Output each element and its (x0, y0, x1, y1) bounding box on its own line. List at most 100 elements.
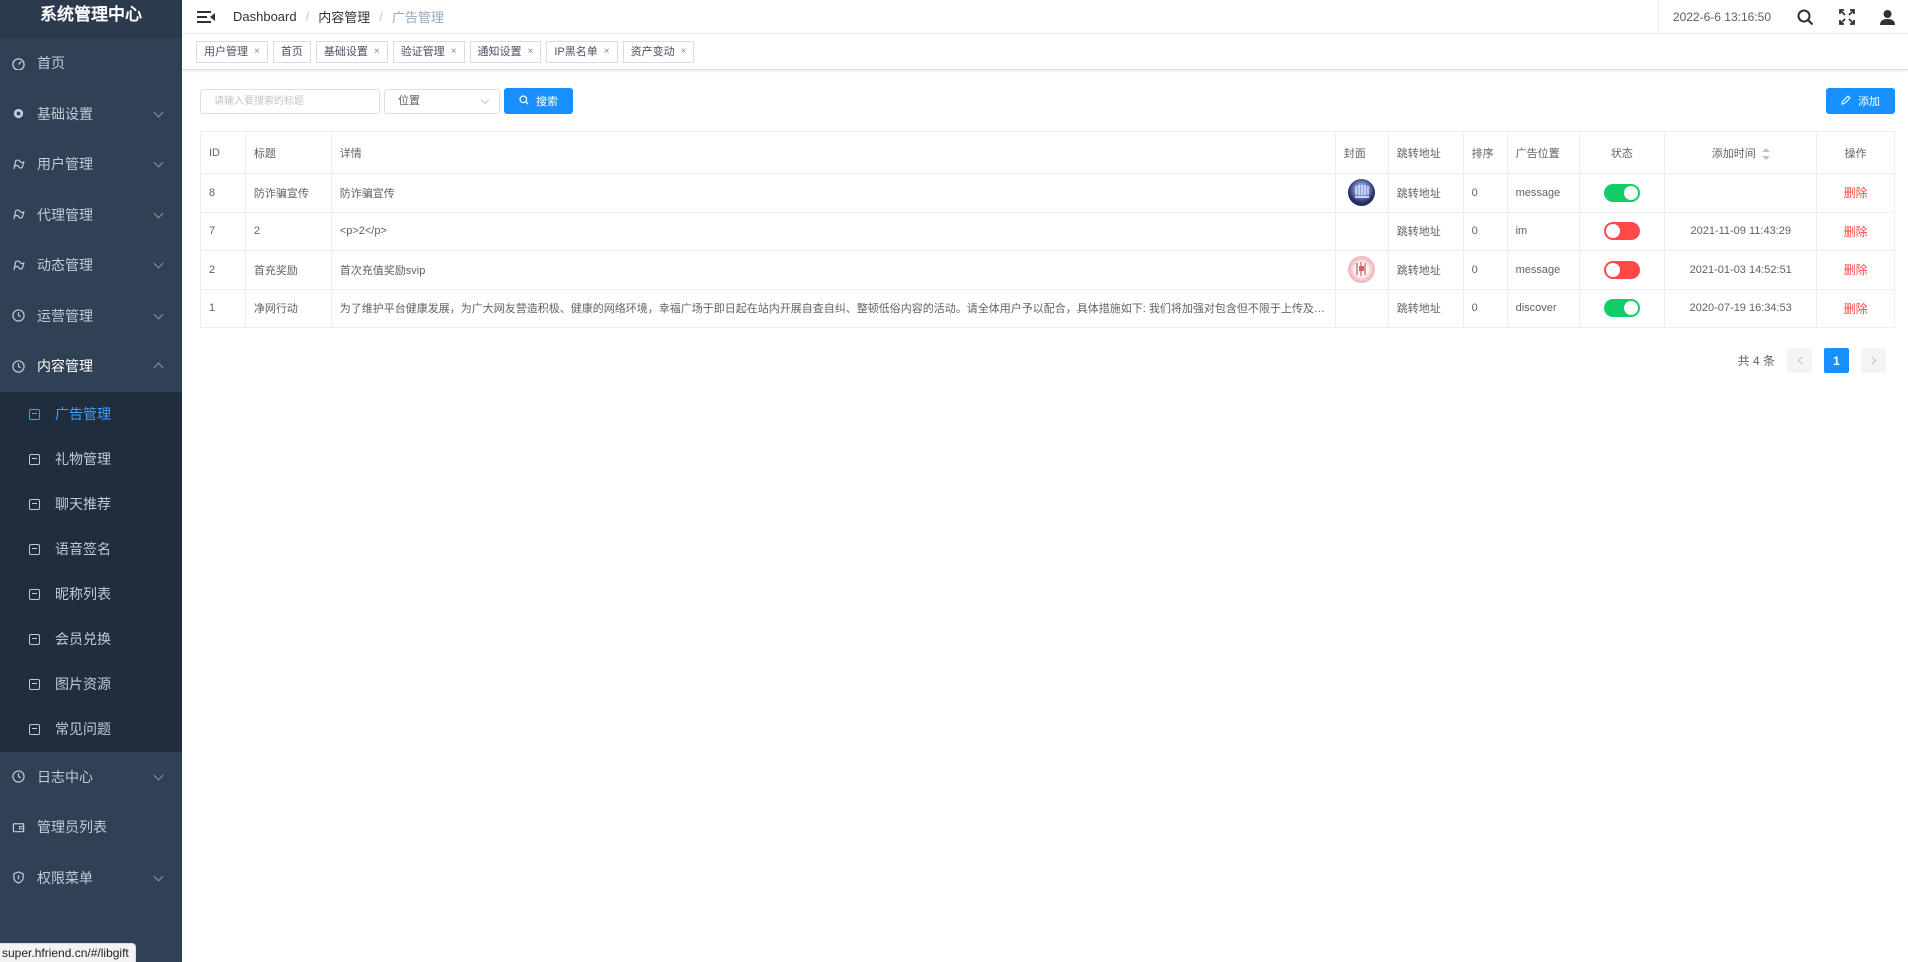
sort-icon[interactable] (1761, 147, 1770, 160)
close-icon[interactable]: × (374, 42, 380, 62)
tag-home[interactable]: 首页 (272, 40, 311, 63)
cell-sort: 0 (1462, 173, 1508, 213)
doc-icon (29, 543, 40, 555)
prev-page-button[interactable] (1787, 348, 1812, 373)
breadcrumb-content[interactable]: 内容管理 (318, 7, 370, 26)
select-value: 位置 (398, 94, 420, 107)
tag-users[interactable]: 用户管理 × (196, 40, 268, 63)
sidebar-item-label: 管理员列表 (37, 819, 107, 836)
sidebar-item-label: 首页 (37, 55, 65, 72)
sidebar-item-admins[interactable]: 管理员列表 (0, 802, 182, 853)
clock-icon (11, 309, 25, 323)
col-header-title: 标题 (244, 131, 332, 174)
status-toggle[interactable] (1603, 222, 1640, 241)
sidebar-item-voice-signature[interactable]: 语音签名 (0, 527, 182, 572)
tag-notification[interactable]: 通知设置 × (469, 40, 542, 63)
tag-label: 资产变动 (630, 45, 675, 58)
hamburger-icon[interactable] (197, 10, 215, 23)
search-button[interactable]: 搜索 (504, 88, 573, 114)
cell-cover (1334, 288, 1389, 328)
cell-time: 2021-01-03 14:52:51 (1664, 250, 1818, 290)
chevron-down-icon (153, 770, 164, 780)
close-icon[interactable]: × (604, 42, 610, 62)
status-toggle[interactable] (1603, 183, 1640, 202)
close-icon[interactable]: × (528, 42, 534, 62)
delete-button[interactable]: 删除 (1844, 302, 1868, 316)
delete-button[interactable]: 删除 (1844, 263, 1868, 277)
sidebar-item-moments[interactable]: 动态管理 (0, 240, 182, 291)
sidebar-item-basic-settings[interactable]: 基础设置 (0, 89, 182, 140)
sidebar-item-ads[interactable]: 广告管理 (0, 392, 182, 437)
cell-action: 删除 (1816, 211, 1895, 251)
pagination: 共 4 条 1 (1738, 348, 1886, 373)
cell-cover (1334, 211, 1389, 251)
sidebar-item-chat-recommend[interactable]: 聊天推荐 (0, 482, 182, 527)
cell-jump: 跳转地址 (1387, 288, 1464, 328)
sidebar-item-nicknames[interactable]: 昵称列表 (0, 572, 182, 617)
tag-verification[interactable]: 验证管理 × (392, 40, 465, 63)
page-number[interactable]: 1 (1824, 348, 1849, 373)
dashboard-icon (11, 56, 25, 70)
sidebar-item-permissions[interactable]: 权限菜单 (0, 853, 182, 904)
ads-table: ID 标题 详情 封面 跳转地址 排序 广告位置 状态 添加时间 操作 8 防诈… (200, 131, 1895, 328)
sidebar-item-gifts[interactable]: 礼物管理 (0, 437, 182, 482)
sidebar-item-users[interactable]: 用户管理 (0, 139, 182, 190)
cell-position: discover (1506, 288, 1580, 328)
cell-position: im (1506, 211, 1580, 251)
position-select[interactable]: 位置 (384, 88, 500, 114)
close-icon[interactable]: × (254, 42, 260, 62)
sidebar-item-agents[interactable]: 代理管理 (0, 190, 182, 241)
search-input[interactable]: 请输入要搜索的标题 (200, 88, 380, 114)
cover-image[interactable] (1348, 256, 1376, 284)
sidebar-item-content[interactable]: 内容管理 (0, 341, 182, 392)
status-toggle[interactable] (1603, 260, 1640, 279)
cell-detail: 首次充值奖励svip (330, 250, 1336, 290)
breadcrumb-dashboard[interactable]: Dashboard (233, 9, 297, 24)
breadcrumb-current: 广告管理 (391, 10, 444, 25)
clock-icon (11, 770, 25, 784)
cell-id: 1 (200, 288, 246, 328)
col-header-cover: 封面 (1334, 131, 1389, 174)
doc-icon (29, 678, 40, 690)
chevron-down-icon (153, 309, 164, 319)
chevron-down-icon (153, 157, 164, 168)
content-submenu: 广告管理 礼物管理 聊天推荐 语音签名 昵称列表 会员兑换 图片资源 常见问题 (0, 391, 182, 752)
tag-asset-changes[interactable]: 资产变动 × (622, 40, 695, 63)
tag-ip-blacklist[interactable]: IP黑名单 × (546, 40, 618, 63)
col-header-detail: 详情 (330, 131, 1336, 174)
sidebar-item-faq[interactable]: 常见问题 (0, 707, 182, 752)
close-icon[interactable]: × (681, 42, 687, 62)
tag-basic-settings[interactable]: 基础设置 × (315, 40, 388, 63)
add-button[interactable]: 添加 (1826, 88, 1895, 114)
cell-sort: 0 (1462, 288, 1508, 328)
sidebar-item-label: 语音签名 (55, 541, 111, 557)
cell-title: 净网行动 (244, 288, 332, 328)
col-header-time[interactable]: 添加时间 (1664, 131, 1818, 174)
delete-button[interactable]: 删除 (1844, 186, 1868, 200)
cover-image[interactable] (1348, 179, 1376, 207)
breadcrumb-separator: / (305, 9, 310, 24)
next-page-button[interactable] (1861, 348, 1886, 373)
sidebar-item-label: 用户管理 (37, 156, 93, 173)
sidebar-item-label: 代理管理 (37, 206, 93, 223)
status-toggle[interactable] (1603, 299, 1640, 318)
sidebar-item-home[interactable]: 首页 (0, 38, 182, 89)
doc-icon (29, 408, 40, 420)
close-icon[interactable]: × (451, 42, 457, 62)
search-icon[interactable] (1785, 0, 1826, 34)
sidebar-item-logs[interactable]: 日志中心 (0, 752, 182, 803)
cell-jump: 跳转地址 (1387, 211, 1464, 251)
cell-time (1664, 173, 1818, 213)
breadcrumb: Dashboard / 内容管理 / 广告管理 (233, 7, 444, 26)
current-time: 2022-6-6 13:16:50 (1657, 0, 1785, 34)
user-icon[interactable] (1867, 0, 1908, 34)
doc-icon (29, 498, 40, 510)
sidebar-item-image-resources[interactable]: 图片资源 (0, 662, 182, 707)
fullscreen-icon[interactable] (1826, 0, 1867, 34)
delete-button[interactable]: 删除 (1844, 225, 1868, 239)
shield-icon (11, 871, 25, 885)
col-header-sort: 排序 (1462, 131, 1508, 174)
sidebar-item-member-exchange[interactable]: 会员兑换 (0, 617, 182, 662)
sidebar-item-operations[interactable]: 运营管理 (0, 291, 182, 342)
cell-time: 2021-11-09 11:43:29 (1664, 211, 1818, 251)
